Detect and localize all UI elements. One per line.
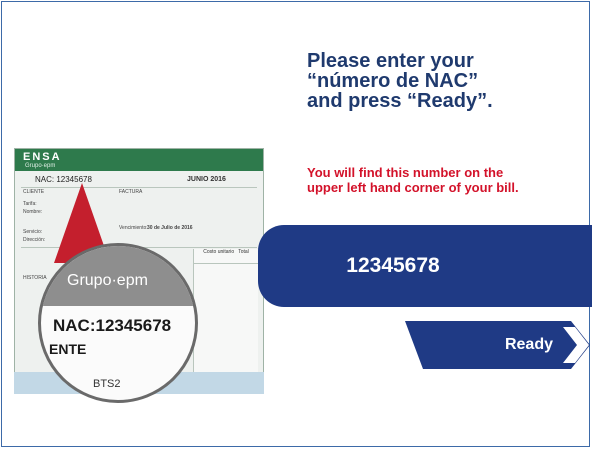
ready-button-label: Ready xyxy=(504,336,553,353)
bill-label-direccion: Dirección: xyxy=(23,237,46,243)
instruction-title: Please enter your “número de NAC” and pr… xyxy=(307,51,577,111)
bill-label-due-date: 30 de Julio de 2016 xyxy=(147,225,193,231)
nac-number-value: 12345678 xyxy=(346,254,440,277)
magnifier-zoom: Grupo·epm NAC:12345678 ENTE BTS2 xyxy=(38,243,198,403)
bill-label-servicio: Servicio: xyxy=(23,229,43,235)
bill-label-tarifa: Tarifa: xyxy=(23,201,37,207)
instruction-hint-line: You will find this number on the xyxy=(307,165,504,180)
magnifier-bts-label: BTS2 xyxy=(93,378,121,390)
bill-brand-sub: Grupo·epm xyxy=(25,163,56,169)
instruction-title-line: “número de NAC” xyxy=(307,70,479,92)
bill-label-total: Total xyxy=(238,249,249,255)
bill-header: ENSA Grupo·epm xyxy=(15,149,263,171)
instruction-title-line: Please enter your xyxy=(307,50,474,72)
magnifier-ente-label: ENTE xyxy=(49,341,87,357)
ready-button[interactable]: Ready xyxy=(405,321,590,369)
bill-date: JUNIO 2016 xyxy=(187,176,226,183)
bill-label-costo: Costo unitario xyxy=(203,249,235,255)
bill-label-vencimiento: Vencimiento: xyxy=(119,225,148,231)
magnifier-brand: Grupo·epm xyxy=(67,272,148,289)
instruction-hint-line: upper left hand corner of your bill. xyxy=(307,180,519,195)
instruction-title-line: and press “Ready”. xyxy=(307,90,493,112)
nac-number-input[interactable]: 12345678 xyxy=(258,225,592,307)
magnifier-nac-number: NAC:12345678 xyxy=(53,316,172,335)
bill-brand-logo: ENSA xyxy=(23,151,62,163)
bill-cost-panel-header: Costo unitario Total xyxy=(194,249,258,264)
bill-label-cliente: CLIENTE xyxy=(23,189,45,195)
bill-label-nombre: Nombre: xyxy=(23,209,43,215)
bill-cost-panel: Costo unitario Total xyxy=(193,249,258,377)
bill-label-factura: FACTURA xyxy=(119,189,143,195)
instruction-hint: You will find this number on the upper l… xyxy=(307,165,587,195)
